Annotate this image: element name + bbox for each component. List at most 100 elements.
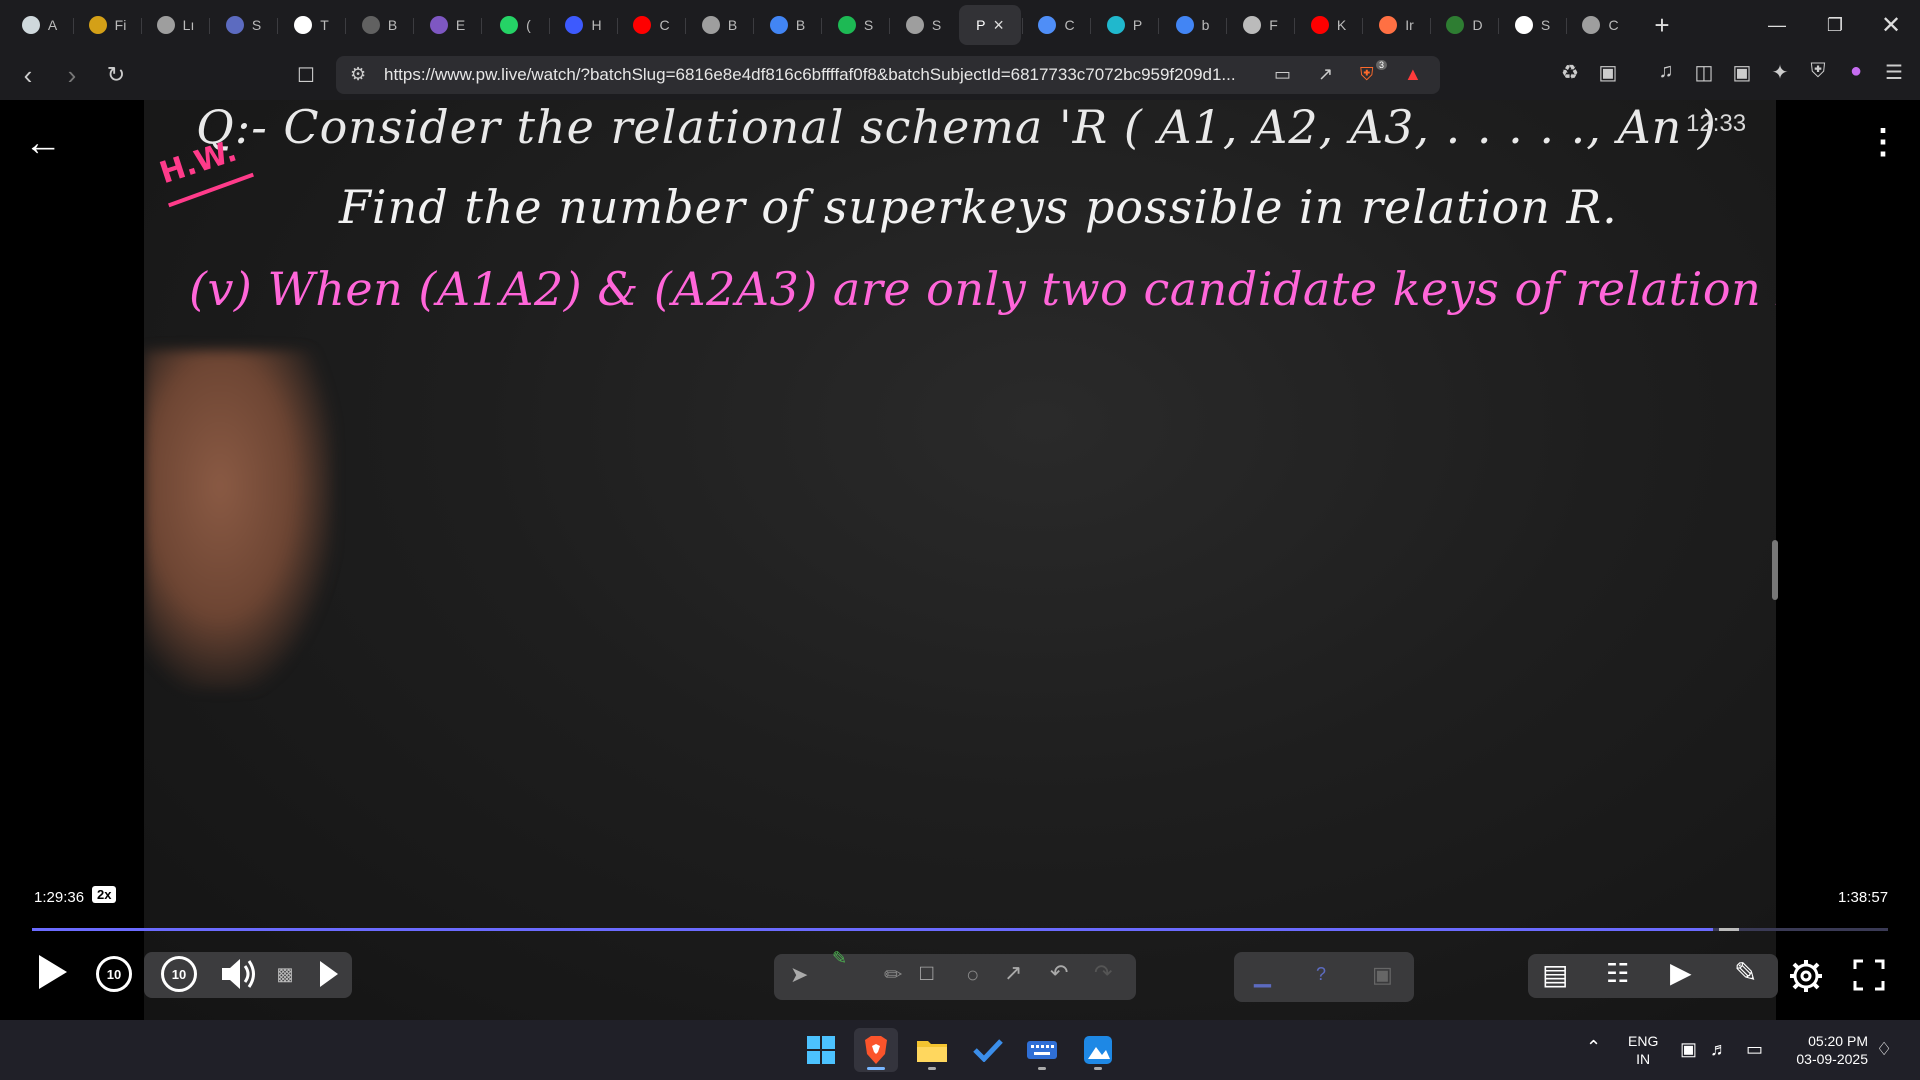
reload-icon[interactable]: ↻ bbox=[98, 57, 134, 93]
tab-label: K bbox=[1336, 17, 1347, 33]
chat-icon[interactable]: ▤ bbox=[1542, 958, 1568, 991]
play-icon[interactable] bbox=[32, 952, 72, 992]
eraser-tool-icon[interactable]: ○ bbox=[966, 962, 979, 988]
brave-taskbar-icon[interactable] bbox=[854, 1028, 898, 1072]
browser-tab[interactable]: F bbox=[1226, 5, 1293, 45]
forward-10-icon[interactable]: 10 bbox=[161, 956, 197, 992]
brave-shield-icon[interactable]: ⛨ bbox=[1360, 64, 1374, 85]
url-text[interactable]: https://www.pw.live/watch/?batchSlug=681… bbox=[384, 65, 1264, 85]
file-explorer-icon[interactable] bbox=[910, 1028, 954, 1072]
notification-bell-icon[interactable]: ♢ bbox=[1876, 1040, 1892, 1058]
back-icon[interactable]: ‹ bbox=[10, 57, 46, 93]
next-icon[interactable] bbox=[316, 958, 342, 990]
browser-tab[interactable]: S bbox=[1498, 5, 1565, 45]
browser-tab[interactable]: B bbox=[753, 5, 820, 45]
cursor-tool-icon[interactable]: ➤ bbox=[790, 962, 808, 988]
duration: 1:38:57 bbox=[1838, 889, 1889, 906]
browser-tab[interactable]: C bbox=[1022, 5, 1089, 45]
battery-icon[interactable]: ▭ bbox=[1746, 1040, 1763, 1058]
more-options-icon[interactable]: ⋮ bbox=[1866, 122, 1900, 162]
undo-icon[interactable]: ↶ bbox=[1050, 960, 1068, 986]
share-icon[interactable]: ↗ bbox=[1318, 64, 1333, 85]
browser-tab[interactable]: C bbox=[617, 5, 684, 45]
redo-icon[interactable]: ↷ bbox=[1094, 960, 1112, 986]
browser-tab[interactable]: P bbox=[1090, 5, 1157, 45]
navigation-bar: ‹ › ↻ ☐ ⚙ https://www.pw.live/watch/?bat… bbox=[0, 50, 1920, 100]
browser-tab[interactable]: b bbox=[1158, 5, 1225, 45]
browser-tab[interactable]: A bbox=[7, 5, 72, 45]
browser-tab[interactable]: H bbox=[549, 5, 616, 45]
brave-rewards-icon[interactable]: ▲ bbox=[1404, 64, 1422, 85]
menu-icon[interactable]: ☰ bbox=[1880, 60, 1908, 85]
language-indicator[interactable]: ENG IN bbox=[1628, 1032, 1658, 1068]
todo-icon[interactable] bbox=[966, 1028, 1010, 1072]
tab-label: B bbox=[795, 17, 806, 33]
volume-icon[interactable] bbox=[220, 956, 260, 992]
browser-tab[interactable]: ( bbox=[481, 5, 548, 45]
browser-tab[interactable]: Lı bbox=[141, 5, 208, 45]
rectangle-tool-icon[interactable]: □ bbox=[920, 960, 933, 986]
tab-label: B bbox=[727, 17, 738, 33]
fullscreen-icon[interactable] bbox=[1852, 958, 1886, 992]
video-player[interactable]: Q:- Consider the relational schema 'R ( … bbox=[0, 100, 1920, 1020]
profile-icon[interactable]: ● bbox=[1842, 60, 1870, 83]
highlighter-tool-icon[interactable]: ✏ bbox=[884, 962, 902, 988]
restore-button[interactable]: ❐ bbox=[1806, 0, 1864, 50]
browser-tab[interactable]: B bbox=[345, 5, 412, 45]
browser-tab[interactable]: S bbox=[209, 5, 276, 45]
network-icon[interactable]: ▣ bbox=[1680, 1040, 1697, 1058]
back-arrow-icon[interactable]: ← bbox=[24, 122, 62, 165]
media-icon[interactable]: ♫ bbox=[1652, 60, 1680, 83]
clock-date: 03-09-2025 bbox=[1796, 1051, 1868, 1067]
bookmark-icon[interactable]: ☐ bbox=[288, 57, 324, 93]
tab-label: A bbox=[47, 17, 58, 33]
browser-tab[interactable]: Fi bbox=[73, 5, 140, 45]
forward-icon[interactable]: › bbox=[54, 57, 90, 93]
rewind-10-icon[interactable]: 10 bbox=[96, 956, 132, 992]
keyboard-app-icon[interactable] bbox=[1020, 1028, 1064, 1072]
cast-icon[interactable]: ▭ bbox=[1274, 64, 1291, 85]
clock[interactable]: 05:20 PM 03-09-2025 bbox=[1782, 1032, 1868, 1068]
camera-icon[interactable]: ▣ bbox=[1372, 962, 1393, 988]
vpn-icon[interactable]: ⛨ bbox=[1804, 60, 1832, 83]
poll-icon[interactable]: ▁ bbox=[1254, 962, 1271, 988]
settings-icon[interactable] bbox=[1786, 956, 1826, 996]
sidebar-icon[interactable]: ◫ bbox=[1690, 60, 1718, 85]
browser-tab[interactable]: S bbox=[821, 5, 888, 45]
doubt-icon[interactable]: ? bbox=[1316, 964, 1326, 985]
tab-label: D bbox=[1472, 17, 1483, 33]
photos-app-icon[interactable] bbox=[1076, 1028, 1120, 1072]
browser-tab[interactable]: E bbox=[413, 5, 480, 45]
browser-tab[interactable]: Ir bbox=[1362, 5, 1429, 45]
browser-tab[interactable]: S bbox=[889, 5, 956, 45]
browser-tab[interactable]: P × bbox=[959, 5, 1021, 45]
browser-tab[interactable]: D bbox=[1430, 5, 1497, 45]
arrow-tool-icon[interactable]: ↗ bbox=[1004, 960, 1022, 986]
browser-tab[interactable]: C bbox=[1566, 5, 1633, 45]
leo-ai-icon[interactable]: ✦ bbox=[1766, 60, 1794, 85]
browser-tab[interactable]: B bbox=[685, 5, 752, 45]
minimize-button[interactable]: — bbox=[1748, 0, 1806, 50]
close-tab-icon[interactable]: × bbox=[993, 15, 1004, 36]
notes-icon[interactable]: ✎ bbox=[1734, 956, 1757, 989]
spotify-icon bbox=[837, 16, 856, 34]
reader-mode-icon[interactable]: ▣ bbox=[1594, 60, 1622, 85]
speaker-icon[interactable]: ♬ bbox=[1710, 1040, 1728, 1058]
browser-tab[interactable]: T bbox=[277, 5, 344, 45]
playback-speed-badge[interactable]: 2x bbox=[92, 886, 117, 903]
browser-tab[interactable]: K bbox=[1294, 5, 1361, 45]
start-icon[interactable] bbox=[799, 1028, 843, 1072]
slides-icon[interactable]: ▶ bbox=[1670, 956, 1692, 989]
seek-bar[interactable] bbox=[32, 928, 1888, 931]
extensions-icon[interactable]: ♻ bbox=[1556, 60, 1584, 85]
address-bar[interactable]: ⚙ https://www.pw.live/watch/?batchSlug=6… bbox=[336, 56, 1440, 94]
tray-overflow-icon[interactable]: ⌃ bbox=[1586, 1038, 1601, 1056]
new-tab-button[interactable]: + bbox=[1647, 10, 1677, 41]
translate-icon[interactable]: ☷ bbox=[1606, 958, 1629, 989]
site-info-icon[interactable]: ⚙ bbox=[350, 64, 366, 85]
pen-tool-icon[interactable]: ✎ bbox=[832, 948, 847, 969]
pip-icon[interactable]: ▩ bbox=[272, 960, 298, 988]
side-panel-handle[interactable] bbox=[1772, 540, 1778, 600]
close-window-button[interactable]: ✕ bbox=[1862, 0, 1920, 50]
wallet-icon[interactable]: ▣ bbox=[1728, 60, 1756, 85]
